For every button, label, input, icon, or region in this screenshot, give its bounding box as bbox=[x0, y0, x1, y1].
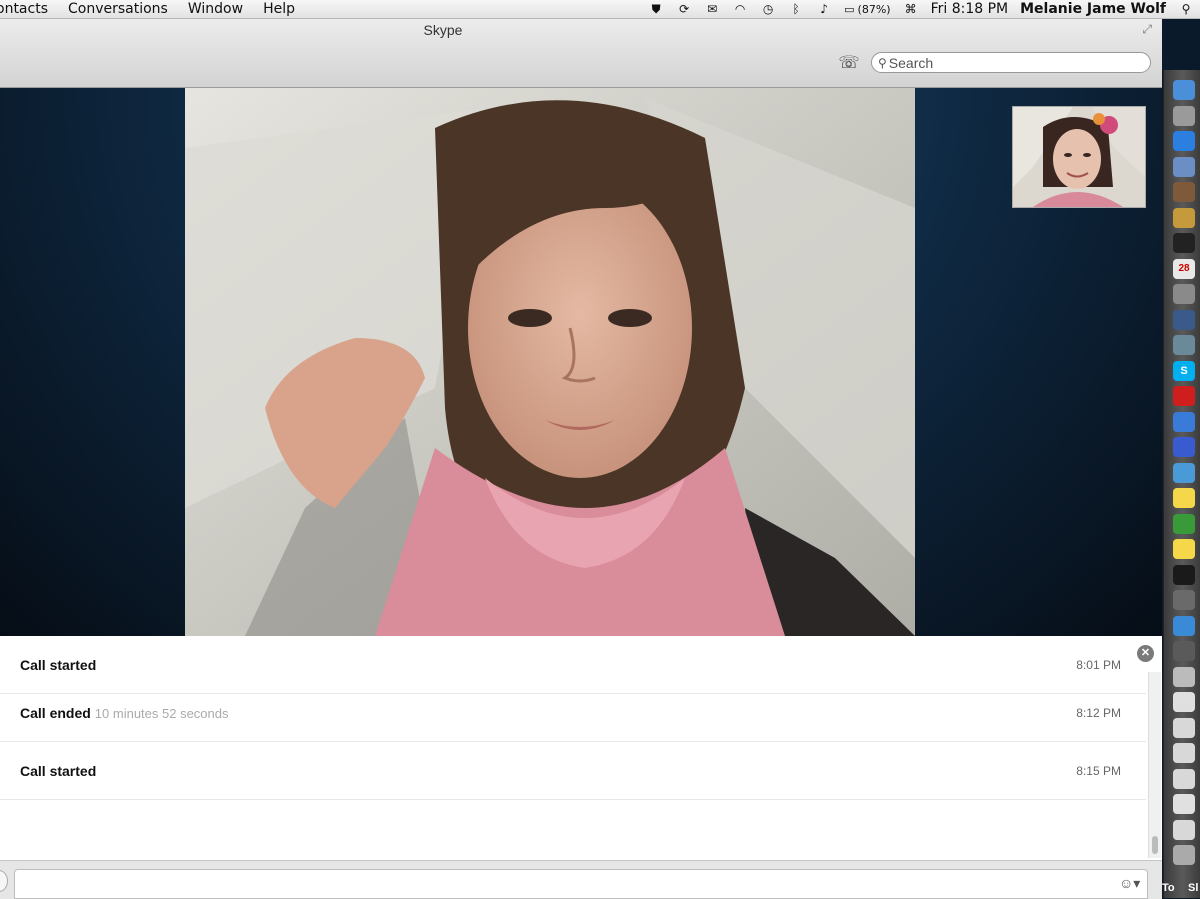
self-preview-video[interactable] bbox=[1012, 106, 1146, 208]
menu-bar-items: ontacts Conversations Window Help bbox=[0, 0, 315, 18]
acrobat-icon[interactable] bbox=[1173, 386, 1195, 406]
download-icon[interactable] bbox=[1173, 666, 1195, 687]
volume-icon[interactable]: ♪ bbox=[816, 2, 832, 16]
finder-icon[interactable] bbox=[1173, 80, 1195, 100]
terminal-icon[interactable] bbox=[1173, 564, 1195, 585]
menu-bar: ontacts Conversations Window Help ⛊ ⟳ ✉ … bbox=[0, 0, 1200, 19]
event-duration: 10 minutes 52 seconds bbox=[94, 705, 229, 721]
pdf-document-icon[interactable] bbox=[1173, 794, 1195, 814]
search-icon: ⚲ bbox=[878, 55, 887, 70]
trash-icon[interactable] bbox=[1173, 845, 1195, 865]
photo-booth-icon[interactable] bbox=[1173, 182, 1195, 202]
document-icon[interactable] bbox=[1173, 743, 1195, 763]
spotlight-search-icon[interactable]: ⚲ bbox=[1178, 2, 1194, 16]
dock-label: To bbox=[1162, 882, 1175, 894]
attach-button[interactable] bbox=[0, 870, 8, 892]
user-menu[interactable]: Melanie Jame Wolf bbox=[1020, 1, 1166, 17]
scrollbar-thumb[interactable] bbox=[1152, 836, 1158, 854]
notes-icon[interactable] bbox=[1173, 207, 1195, 228]
menu-help[interactable]: Help bbox=[263, 1, 295, 17]
emoticon-picker-icon[interactable]: ☺▾ bbox=[1119, 875, 1140, 892]
wifi-icon[interactable]: ◠ bbox=[732, 2, 748, 16]
menu-window[interactable]: Window bbox=[188, 1, 243, 17]
sync-icon[interactable]: ⟳ bbox=[676, 2, 692, 16]
app-store-icon[interactable] bbox=[1173, 131, 1195, 151]
launchpad-icon[interactable] bbox=[1173, 105, 1195, 126]
dial-pad-icon[interactable]: ☏ bbox=[838, 53, 860, 73]
window-title: Skype bbox=[423, 22, 463, 38]
video-call-area bbox=[0, 88, 1162, 636]
time-machine-icon[interactable]: ◷ bbox=[760, 2, 776, 16]
chrome-icon[interactable] bbox=[1173, 513, 1195, 534]
battery-percent: (87%) bbox=[857, 2, 891, 16]
bluetooth-icon[interactable]: ᛒ bbox=[788, 2, 804, 16]
message-input[interactable] bbox=[14, 869, 1148, 899]
network-icon[interactable] bbox=[1173, 335, 1195, 355]
event-label: Call started bbox=[20, 656, 97, 673]
preview-icon[interactable] bbox=[1173, 156, 1195, 177]
chat-event-row: Call ended 10 minutes 52 seconds 8:12 PM bbox=[0, 684, 1146, 742]
keyboard-icon[interactable]: ⌘ bbox=[903, 2, 919, 16]
dock: 28 S bbox=[1163, 70, 1200, 898]
search-box[interactable]: ⚲ bbox=[871, 52, 1151, 73]
fullscreen-icon[interactable]: ⤢ bbox=[1142, 22, 1152, 37]
pencil-app-icon[interactable] bbox=[1173, 437, 1195, 457]
final-cut-icon[interactable] bbox=[1173, 309, 1195, 330]
remote-video bbox=[185, 88, 915, 636]
event-time: 8:01 PM bbox=[1076, 657, 1121, 672]
chat-event-row: Call started 8:15 PM bbox=[0, 742, 1146, 800]
document-icon[interactable] bbox=[1173, 717, 1195, 738]
system-preferences-icon[interactable] bbox=[1173, 284, 1195, 304]
clock[interactable]: Fri 8:18 PM bbox=[931, 1, 1009, 17]
event-time: 8:12 PM bbox=[1076, 705, 1121, 720]
stickies-icon[interactable] bbox=[1173, 488, 1195, 508]
pdf-document-icon[interactable] bbox=[1173, 692, 1195, 712]
self-preview-frame bbox=[1013, 107, 1145, 207]
itunes-icon[interactable] bbox=[1173, 411, 1195, 432]
document-icon[interactable] bbox=[1173, 819, 1195, 840]
dock-bottom-labels: To Sl bbox=[1160, 878, 1200, 898]
console-icon[interactable] bbox=[1173, 233, 1195, 253]
window-titlebar: Skype ⤢ ☏ ⚲ bbox=[0, 19, 1162, 88]
skype-icon[interactable]: S bbox=[1173, 360, 1195, 381]
mail-icon[interactable]: ✉ bbox=[704, 2, 720, 16]
message-composer: ☺▾ bbox=[0, 860, 1162, 899]
chat-scrollbar[interactable] bbox=[1148, 672, 1161, 858]
separator-icon[interactable] bbox=[1173, 641, 1195, 661]
image-capture-icon[interactable] bbox=[1173, 590, 1195, 610]
event-time: 8:15 PM bbox=[1076, 763, 1121, 778]
event-label: Call ended bbox=[20, 704, 91, 721]
document-icon[interactable] bbox=[1173, 768, 1195, 789]
menu-conversations[interactable]: Conversations bbox=[68, 1, 168, 17]
remote-video-frame bbox=[185, 88, 915, 636]
menu-bar-status: ⛊ ⟳ ✉ ◠ ◷ ᛒ ♪ ▭ (87%) ⌘ Fri 8:18 PM Melan… bbox=[636, 0, 1200, 18]
safari-icon[interactable] bbox=[1173, 615, 1195, 636]
calendar-icon[interactable]: 28 bbox=[1173, 258, 1195, 279]
search-input[interactable] bbox=[888, 54, 1129, 71]
menu-contacts[interactable]: ontacts bbox=[0, 1, 48, 17]
dock-label: Sl bbox=[1188, 882, 1199, 894]
stickies-icon[interactable] bbox=[1173, 539, 1195, 559]
shield-icon[interactable]: ⛊ bbox=[648, 2, 664, 16]
conversation-history: Call started 8:01 PM Call ended 10 minute… bbox=[0, 636, 1162, 860]
event-label: Call started bbox=[20, 762, 97, 779]
close-icon[interactable]: ✕ bbox=[1137, 645, 1154, 662]
battery-indicator[interactable]: ▭ (87%) bbox=[844, 3, 890, 16]
dropbox-sync-icon[interactable] bbox=[1173, 462, 1195, 483]
